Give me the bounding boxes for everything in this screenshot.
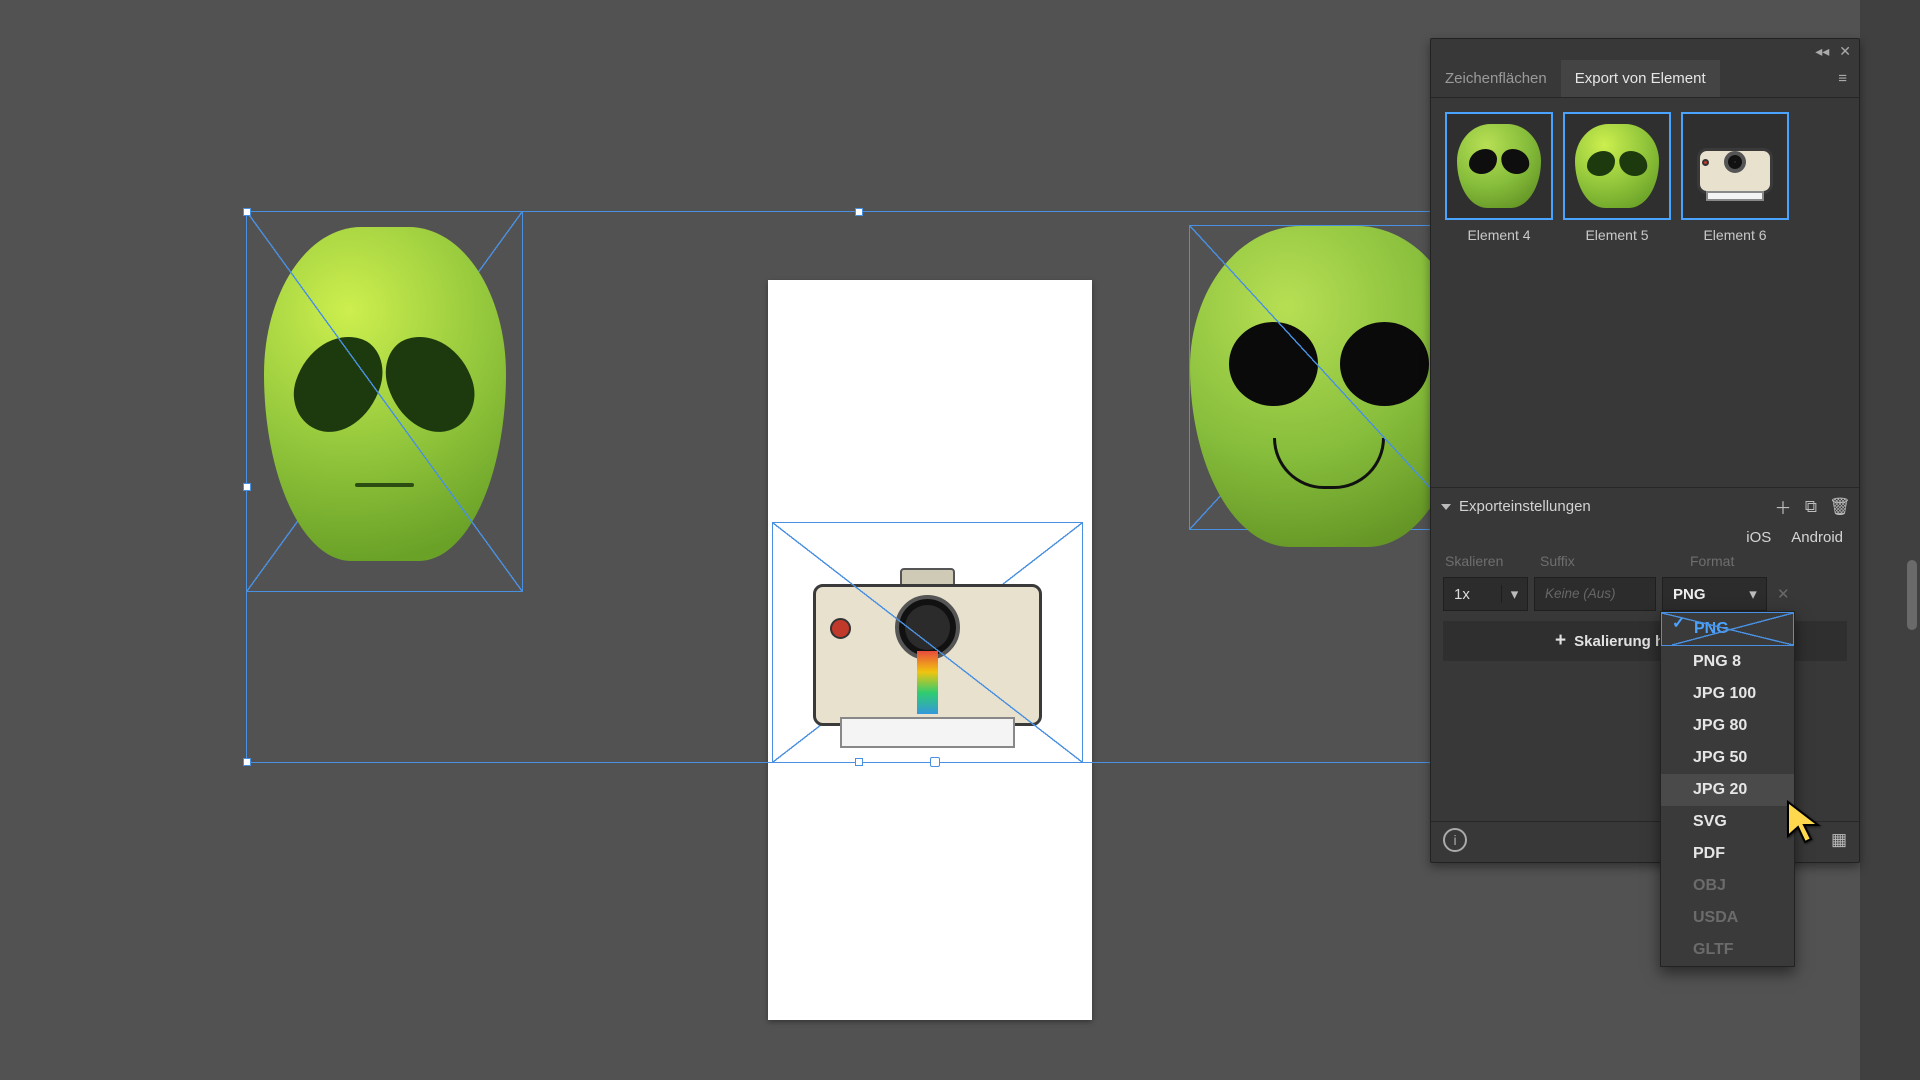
suffix-input[interactable]: Keine (Aus) <box>1534 577 1656 611</box>
col-scale: Skalieren <box>1445 553 1530 569</box>
canvas-area[interactable] <box>0 0 1380 1080</box>
collapse-icon[interactable]: ◂◂ <box>1815 43 1829 60</box>
format-option-gltf: GLTF <box>1661 934 1794 966</box>
col-format: Format <box>1690 553 1795 569</box>
asset-export-panel: ◂◂ ✕ Zeichenflächen Export von Element ≡… <box>1430 38 1860 863</box>
selection-element-4[interactable] <box>246 211 523 592</box>
info-icon[interactable]: i <box>1443 828 1467 852</box>
scale-value: 1x <box>1444 586 1501 603</box>
element-label: Element 5 <box>1563 227 1671 243</box>
artboard[interactable] <box>768 280 1092 1020</box>
format-select[interactable]: PNG ▾ <box>1662 577 1767 611</box>
format-option-obj: OBJ <box>1661 870 1794 902</box>
chevron-down-icon: ▾ <box>1740 585 1766 603</box>
format-option-jpg-20[interactable]: JPG 20 <box>1661 774 1794 806</box>
format-option-usda: USDA <box>1661 902 1794 934</box>
scale-select[interactable]: 1x ▾ <box>1443 577 1528 611</box>
delete-icon[interactable]: 🗑 <box>1829 497 1849 517</box>
format-option-svg[interactable]: SVG <box>1661 806 1794 838</box>
element-label: Element 6 <box>1681 227 1789 243</box>
tab-artboards[interactable]: Zeichenflächen <box>1431 60 1561 97</box>
alien-angry-icon <box>264 227 506 561</box>
chevron-down-icon[interactable]: ▾ <box>1501 585 1527 603</box>
export-element-4[interactable]: Element 4 <box>1445 112 1553 243</box>
export-settings-header[interactable]: Exporteinstellungen ＋ ⧉ 🗑 <box>1431 487 1859 525</box>
col-suffix: Suffix <box>1540 553 1680 569</box>
format-option-jpg-100[interactable]: JPG 100 <box>1661 678 1794 710</box>
scrollbar-thumb[interactable] <box>1907 560 1917 630</box>
export-grid-icon[interactable]: ▦ <box>1831 830 1847 850</box>
add-format-icon[interactable]: ＋ <box>1773 494 1793 519</box>
preset-ios[interactable]: iOS <box>1746 529 1771 546</box>
preset-android[interactable]: Android <box>1791 529 1843 546</box>
duplicate-icon[interactable]: ⧉ <box>1801 497 1821 517</box>
format-option-pdf[interactable]: PDF <box>1661 838 1794 870</box>
export-element-5[interactable]: Element 5 <box>1563 112 1671 243</box>
remove-row-icon[interactable]: ✕ <box>1773 585 1794 603</box>
export-settings-title: Exporteinstellungen <box>1459 498 1765 515</box>
close-icon[interactable]: ✕ <box>1839 43 1851 60</box>
selection-element-5[interactable] <box>1189 225 1469 530</box>
format-option-png[interactable]: PNG <box>1661 612 1794 646</box>
format-dropdown: PNGPNG 8JPG 100JPG 80JPG 50JPG 20SVGPDFO… <box>1660 611 1795 967</box>
format-option-jpg-50[interactable]: JPG 50 <box>1661 742 1794 774</box>
tab-asset-export[interactable]: Export von Element <box>1561 60 1720 97</box>
app-right-gutter <box>1860 0 1920 1080</box>
export-elements-list: Element 4 Element 5 Element 6 <box>1431 98 1859 257</box>
export-element-6[interactable]: Element 6 <box>1681 112 1789 243</box>
chevron-down-icon <box>1441 504 1451 510</box>
format-value: PNG <box>1663 586 1740 603</box>
panel-menu-icon[interactable]: ≡ <box>1826 62 1859 95</box>
element-label: Element 4 <box>1445 227 1553 243</box>
format-option-png-8[interactable]: PNG 8 <box>1661 646 1794 678</box>
format-option-jpg-80[interactable]: JPG 80 <box>1661 710 1794 742</box>
alien-smile-icon <box>1190 226 1468 547</box>
